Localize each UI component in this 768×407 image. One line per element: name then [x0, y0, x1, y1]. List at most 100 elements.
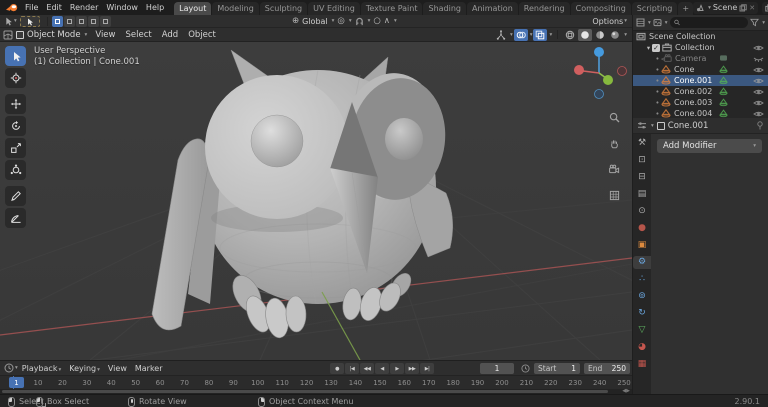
- frame-end-field[interactable]: End 250: [584, 363, 630, 374]
- timeline-ruler[interactable]: 1 10203040506070809010011012013014015016…: [0, 376, 632, 389]
- select-mode-extend[interactable]: [64, 16, 75, 27]
- topbar-menu-help[interactable]: Help: [142, 3, 168, 12]
- show-gizmo-icon[interactable]: [494, 29, 508, 41]
- zoom-icon[interactable]: [609, 112, 620, 126]
- workspace-tab--[interactable]: +: [678, 2, 693, 15]
- current-frame-field[interactable]: 1: [480, 363, 514, 374]
- visibility-eye-open-icon[interactable]: [753, 99, 764, 107]
- overlays-toggle-icon[interactable]: [514, 29, 528, 41]
- snap-magnet-icon[interactable]: [355, 17, 364, 26]
- properties-tab-view-layer[interactable]: ▤: [635, 188, 650, 201]
- cursor-tool-button[interactable]: [5, 68, 26, 88]
- shading-wireframe-icon[interactable]: [563, 29, 577, 41]
- outliner-display-mode-icon[interactable]: [636, 18, 645, 27]
- visibility-eye-open-icon[interactable]: [753, 88, 764, 96]
- shading-solid-icon[interactable]: [578, 29, 592, 41]
- rotate-tool-button[interactable]: [5, 116, 26, 136]
- orthographic-grid-icon[interactable]: [609, 190, 620, 204]
- pan-hand-icon[interactable]: [609, 138, 620, 152]
- outliner-row-camera[interactable]: •Camera: [633, 53, 768, 64]
- viewport-menu-view[interactable]: View: [90, 30, 120, 40]
- select-box-tool-button[interactable]: [5, 46, 26, 66]
- outliner-search[interactable]: [670, 17, 749, 28]
- visibility-eye-open-icon[interactable]: [753, 66, 764, 74]
- view-layer-selector[interactable]: ▾ View Layer ✕: [762, 2, 768, 14]
- navigation-gizmo[interactable]: [574, 47, 627, 99]
- shading-material-icon[interactable]: [593, 29, 607, 41]
- prev-keyframe-button[interactable]: ◀◀: [360, 363, 374, 374]
- viewport-menu-object[interactable]: Object: [183, 30, 221, 40]
- pivot-point-icon[interactable]: ◎: [337, 16, 344, 26]
- workspace-tab-scripting[interactable]: Scripting: [632, 2, 678, 15]
- annotate-tool-button[interactable]: [5, 186, 26, 206]
- mode-selector[interactable]: Object Mode ▾: [13, 30, 90, 40]
- workspace-tab-modeling[interactable]: Modeling: [212, 2, 258, 15]
- workspace-tab-shading[interactable]: Shading: [423, 2, 466, 15]
- outliner-row-cone-004[interactable]: •Cone.004: [633, 108, 768, 118]
- properties-tab-object[interactable]: ▣: [635, 239, 650, 252]
- frame-start-field[interactable]: Start 1: [534, 363, 580, 374]
- properties-tab-output[interactable]: ⊟: [635, 171, 650, 184]
- viewport-canvas[interactable]: [0, 42, 632, 360]
- xray-toggle-icon[interactable]: [533, 29, 547, 41]
- filter-funnel-icon[interactable]: [750, 18, 759, 27]
- properties-tab-tool[interactable]: ⚒: [635, 137, 650, 150]
- properties-tab-texture[interactable]: ▦: [635, 358, 650, 371]
- shading-rendered-icon[interactable]: [608, 29, 622, 41]
- options-dropdown[interactable]: Options ▾: [592, 17, 627, 26]
- editor-type-icon[interactable]: [3, 30, 13, 40]
- visibility-eye-closed-icon[interactable]: [753, 55, 764, 63]
- properties-tab-material[interactable]: ◕: [635, 341, 650, 354]
- properties-tab-constraints[interactable]: ↻: [635, 307, 650, 320]
- next-keyframe-button[interactable]: ▶▶: [405, 363, 419, 374]
- auto-keying-icon[interactable]: [521, 364, 530, 373]
- select-mode-subtract[interactable]: [76, 16, 87, 27]
- transform-tool-button[interactable]: [5, 160, 26, 180]
- add-modifier-button[interactable]: Add Modifier ▾: [657, 139, 762, 153]
- properties-editor-icon[interactable]: [637, 121, 647, 130]
- move-tool-button[interactable]: [5, 94, 26, 114]
- 3d-viewport[interactable]: User Perspective (1) Collection | Cone.0…: [0, 42, 632, 360]
- active-tool-select-box[interactable]: [20, 16, 40, 27]
- topbar-menu-window[interactable]: Window: [102, 3, 142, 12]
- transform-orientation[interactable]: Global: [302, 17, 328, 26]
- properties-tab-scene[interactable]: ⊙: [635, 205, 650, 218]
- workspace-tab-sculpting[interactable]: Sculpting: [260, 2, 307, 15]
- collection-checkbox[interactable]: ✓: [652, 44, 660, 52]
- properties-tab-modifiers[interactable]: ⚙: [633, 256, 651, 269]
- search-input[interactable]: [682, 18, 745, 27]
- timeline-menu-playback[interactable]: Playback▾: [18, 364, 65, 373]
- outliner-row-cone[interactable]: •Cone: [633, 64, 768, 75]
- viewport-menu-add[interactable]: Add: [157, 30, 183, 40]
- timeline-menu-view[interactable]: View: [104, 364, 131, 373]
- play-reverse-button[interactable]: ◀: [375, 363, 389, 374]
- scale-tool-button[interactable]: [5, 138, 26, 158]
- outliner-row-scene-collection[interactable]: Scene Collection: [633, 31, 768, 42]
- workspace-tab-animation[interactable]: Animation: [467, 2, 518, 15]
- scrollbar-thumb[interactable]: [2, 390, 608, 393]
- select-mode-intersect[interactable]: [100, 16, 111, 27]
- measure-tool-button[interactable]: [5, 208, 26, 228]
- properties-tab-object-data[interactable]: ▽: [635, 324, 650, 337]
- record-button[interactable]: ●: [330, 363, 344, 374]
- timeline-editor-icon[interactable]: [4, 363, 14, 373]
- outliner-row-cone-002[interactable]: •Cone.002: [633, 86, 768, 97]
- proportional-editing-icon[interactable]: ○: [373, 16, 380, 26]
- jump-start-button[interactable]: |◀: [345, 363, 359, 374]
- workspace-tab-rendering[interactable]: Rendering: [519, 2, 570, 15]
- tweak-tool-icon[interactable]: [3, 16, 13, 26]
- viewport-menu-select[interactable]: Select: [120, 30, 156, 40]
- visibility-eye-open-icon[interactable]: [753, 110, 764, 118]
- select-mode-set[interactable]: [52, 16, 63, 27]
- workspace-tab-texture-paint[interactable]: Texture Paint: [361, 2, 423, 15]
- unlink-scene-icon[interactable]: ✕: [749, 4, 755, 12]
- disclosure-triangle-icon[interactable]: ▾: [645, 44, 652, 52]
- blender-logo[interactable]: [5, 2, 19, 13]
- play-button[interactable]: ▶: [390, 363, 404, 374]
- outliner-row-cone-001[interactable]: •Cone.001: [633, 75, 768, 86]
- timeline-menu-keying[interactable]: Keying▾: [65, 364, 104, 373]
- visibility-eye-open-icon[interactable]: [753, 77, 764, 85]
- new-scene-icon[interactable]: [739, 4, 747, 12]
- workspace-tab-compositing[interactable]: Compositing: [571, 2, 631, 15]
- properties-tab-physics[interactable]: ⊚: [635, 290, 650, 303]
